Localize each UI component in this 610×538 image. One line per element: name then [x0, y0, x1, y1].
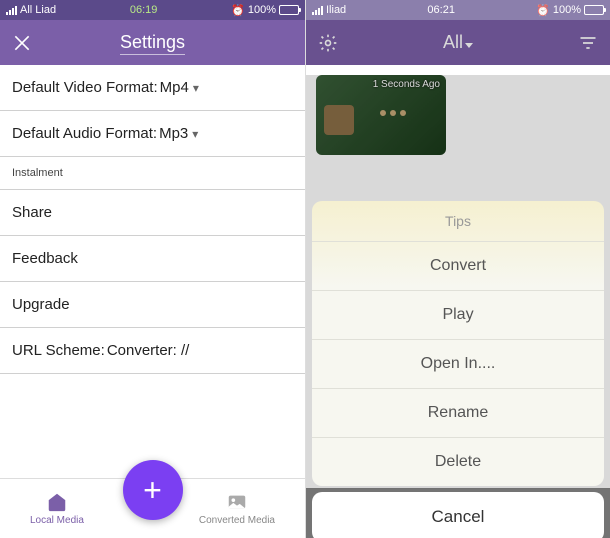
tab-label: Converted Media — [199, 515, 275, 526]
page-title: Settings — [120, 32, 185, 55]
label: URL Scheme: — [12, 342, 105, 359]
label: Instalment — [12, 167, 63, 179]
signal-icon — [312, 6, 323, 15]
carrier-label: All Liad — [20, 4, 56, 16]
value: Mp4 — [160, 79, 189, 96]
battery-percent: 100% — [248, 4, 276, 16]
nav-bar: All — [306, 20, 610, 65]
status-bar: All Liad 06:19 ⏰ 100% — [0, 0, 305, 20]
action-convert[interactable]: Convert — [312, 242, 604, 291]
action-delete[interactable]: Delete — [312, 438, 604, 486]
nav-bar: Settings — [0, 20, 305, 65]
tab-converted-media[interactable]: Converted Media — [199, 491, 275, 526]
battery-icon — [584, 5, 604, 15]
filter-dropdown[interactable]: All — [306, 32, 610, 53]
plus-icon: + — [143, 472, 162, 509]
row-upgrade[interactable]: Upgrade — [0, 282, 305, 328]
battery-percent: 100% — [553, 4, 581, 16]
filter-icon[interactable] — [578, 33, 598, 53]
action-rename[interactable]: Rename — [312, 389, 604, 438]
row-instalment[interactable]: Instalment — [0, 157, 305, 190]
carrier-label: Iliad — [326, 4, 346, 16]
label: Share — [12, 204, 52, 221]
sheet-title: Tips — [312, 201, 604, 242]
row-video-format[interactable]: Default Video Format: Mp4 ▾ — [0, 65, 305, 111]
row-audio-format[interactable]: Default Audio Format: Mp3 ▾ — [0, 111, 305, 157]
tab-local-media[interactable]: Local Media — [30, 491, 84, 526]
value: Mp3 — [159, 125, 188, 142]
settings-icon[interactable] — [318, 33, 338, 53]
battery-icon — [279, 5, 299, 15]
clock: 06:21 — [346, 4, 536, 16]
alarm-icon: ⏰ — [231, 4, 245, 17]
clock: 06:19 — [56, 4, 231, 16]
chevron-down-icon — [465, 43, 473, 48]
chevron-down-icon: ▾ — [193, 81, 199, 95]
action-play[interactable]: Play — [312, 291, 604, 340]
label: Upgrade — [12, 296, 70, 313]
label: Default Audio Format: — [12, 125, 157, 142]
content-area: 1 Seconds Ago Local Media Converted Medi… — [306, 75, 610, 538]
add-button[interactable]: + — [123, 460, 183, 520]
action-sheet: Tips Convert Play Open In.... Rename Del… — [312, 201, 604, 486]
close-icon[interactable] — [12, 33, 32, 53]
alarm-icon: ⏰ — [536, 4, 550, 17]
action-open-in[interactable]: Open In.... — [312, 340, 604, 389]
tab-label: Local Media — [30, 515, 84, 526]
row-url-scheme[interactable]: URL Scheme: Converter: // — [0, 328, 305, 374]
value: Converter: // — [107, 342, 190, 359]
settings-list: Default Video Format: Mp4 ▾ Default Audi… — [0, 65, 305, 374]
label: Default Video Format: — [12, 79, 158, 96]
chevron-down-icon: ▾ — [192, 127, 198, 141]
signal-icon — [6, 6, 17, 15]
label: Feedback — [12, 250, 78, 267]
status-bar: Iliad 06:21 ⏰ 100% — [306, 0, 610, 20]
action-sheet-overlay[interactable]: Tips Convert Play Open In.... Rename Del… — [306, 75, 610, 538]
row-share[interactable]: Share — [0, 190, 305, 236]
media-screen: Iliad 06:21 ⏰ 100% All 1 Seconds Ago Loc… — [305, 0, 610, 538]
row-feedback[interactable]: Feedback — [0, 236, 305, 282]
settings-screen: All Liad 06:19 ⏰ 100% Settings Default V… — [0, 0, 305, 538]
cancel-button[interactable]: Cancel — [312, 492, 604, 538]
